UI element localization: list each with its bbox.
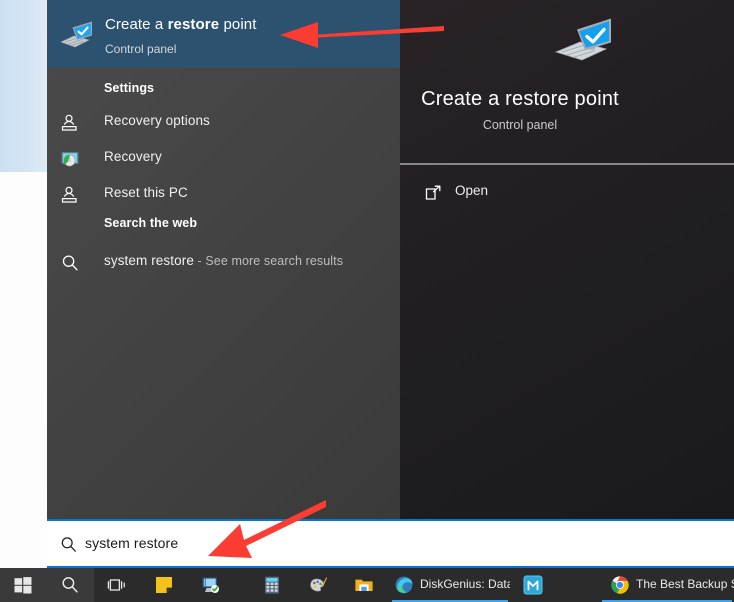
preview-subtitle: Control panel [353, 118, 687, 132]
remote-desktop-button[interactable] [188, 568, 232, 602]
windows-logo-icon [13, 575, 33, 595]
preview-divider [400, 163, 734, 165]
section-header-search-the-web: Search the web [104, 216, 197, 230]
restore-point-icon [59, 15, 97, 53]
screen: Create a restore point Control panel Set… [0, 0, 734, 602]
paint-button[interactable] [296, 568, 340, 602]
chrome-icon [610, 575, 630, 595]
result-row-recovery[interactable]: Recovery [48, 140, 400, 176]
search-icon [59, 535, 78, 554]
file-explorer-button[interactable] [342, 568, 386, 602]
recovery-icon [60, 149, 80, 169]
start-button[interactable] [0, 568, 46, 602]
open-external-icon [424, 184, 443, 203]
web-search-suffix: - See more search results [194, 254, 343, 268]
background-window-upper [0, 0, 47, 172]
search-icon [60, 253, 80, 273]
search-input[interactable]: system restore [85, 535, 178, 551]
result-row-recovery-options[interactable]: Recovery options [48, 104, 400, 140]
result-row-web-search[interactable]: system restore - See more search results [48, 244, 400, 280]
search-icon [60, 575, 80, 595]
best-match-title-suffix: point [219, 16, 256, 33]
result-row-label: system restore - See more search results [104, 253, 343, 268]
maxthon-window-button[interactable] [512, 568, 556, 602]
best-match-title-highlight: restore [168, 16, 220, 33]
calculator-icon [262, 575, 282, 595]
web-search-query: system restore [104, 253, 194, 268]
taskbar-window-label: DiskGenius: Data R... [420, 577, 510, 591]
best-match-subtitle: Control panel [105, 42, 176, 56]
remote-desktop-icon [200, 575, 220, 595]
best-match-result-create-restore-point[interactable]: Create a restore point Control panel [48, 0, 400, 68]
paint-icon [308, 575, 328, 595]
calculator-button[interactable] [250, 568, 294, 602]
preview-restore-point-icon [554, 12, 618, 68]
result-row-label: Recovery options [104, 113, 210, 128]
sticky-notes-button[interactable] [142, 568, 186, 602]
preview-title: Create a restore point [353, 88, 687, 111]
taskbar: DiskGenius: Data R... [0, 568, 734, 602]
section-header-settings: Settings [104, 81, 154, 95]
background-window-lower [0, 172, 47, 568]
preview-action-label: Open [455, 183, 488, 198]
search-button[interactable] [46, 568, 94, 602]
desktop-background [0, 0, 48, 568]
maxthon-icon [523, 575, 543, 595]
result-row-label: Recovery [104, 149, 162, 164]
preview-action-open[interactable]: Open [400, 177, 734, 210]
recovery-options-icon [60, 113, 80, 133]
sticky-notes-icon [154, 575, 174, 595]
result-row-reset-this-pc[interactable]: Reset this PC [48, 176, 400, 212]
task-view-icon [107, 575, 127, 595]
reset-pc-icon [60, 185, 80, 205]
preview-pane [400, 0, 734, 519]
taskbar-search-box[interactable]: system restore [47, 519, 734, 568]
result-row-label: Reset this PC [104, 185, 188, 200]
chrome-window-button[interactable]: The Best Backup S [600, 568, 734, 602]
task-view-button[interactable] [94, 568, 140, 602]
search-results-pane: Create a restore point Control panel Set… [47, 0, 400, 519]
taskbar-window-label: The Best Backup S [636, 577, 734, 591]
folder-icon [354, 575, 374, 595]
best-match-title: Create a restore point [105, 16, 256, 33]
start-search-flyout: Create a restore point Control panel Set… [47, 0, 734, 519]
best-match-title-prefix: Create a [105, 16, 168, 33]
edge-window-button[interactable]: DiskGenius: Data R... [390, 568, 510, 602]
edge-icon [394, 575, 414, 595]
